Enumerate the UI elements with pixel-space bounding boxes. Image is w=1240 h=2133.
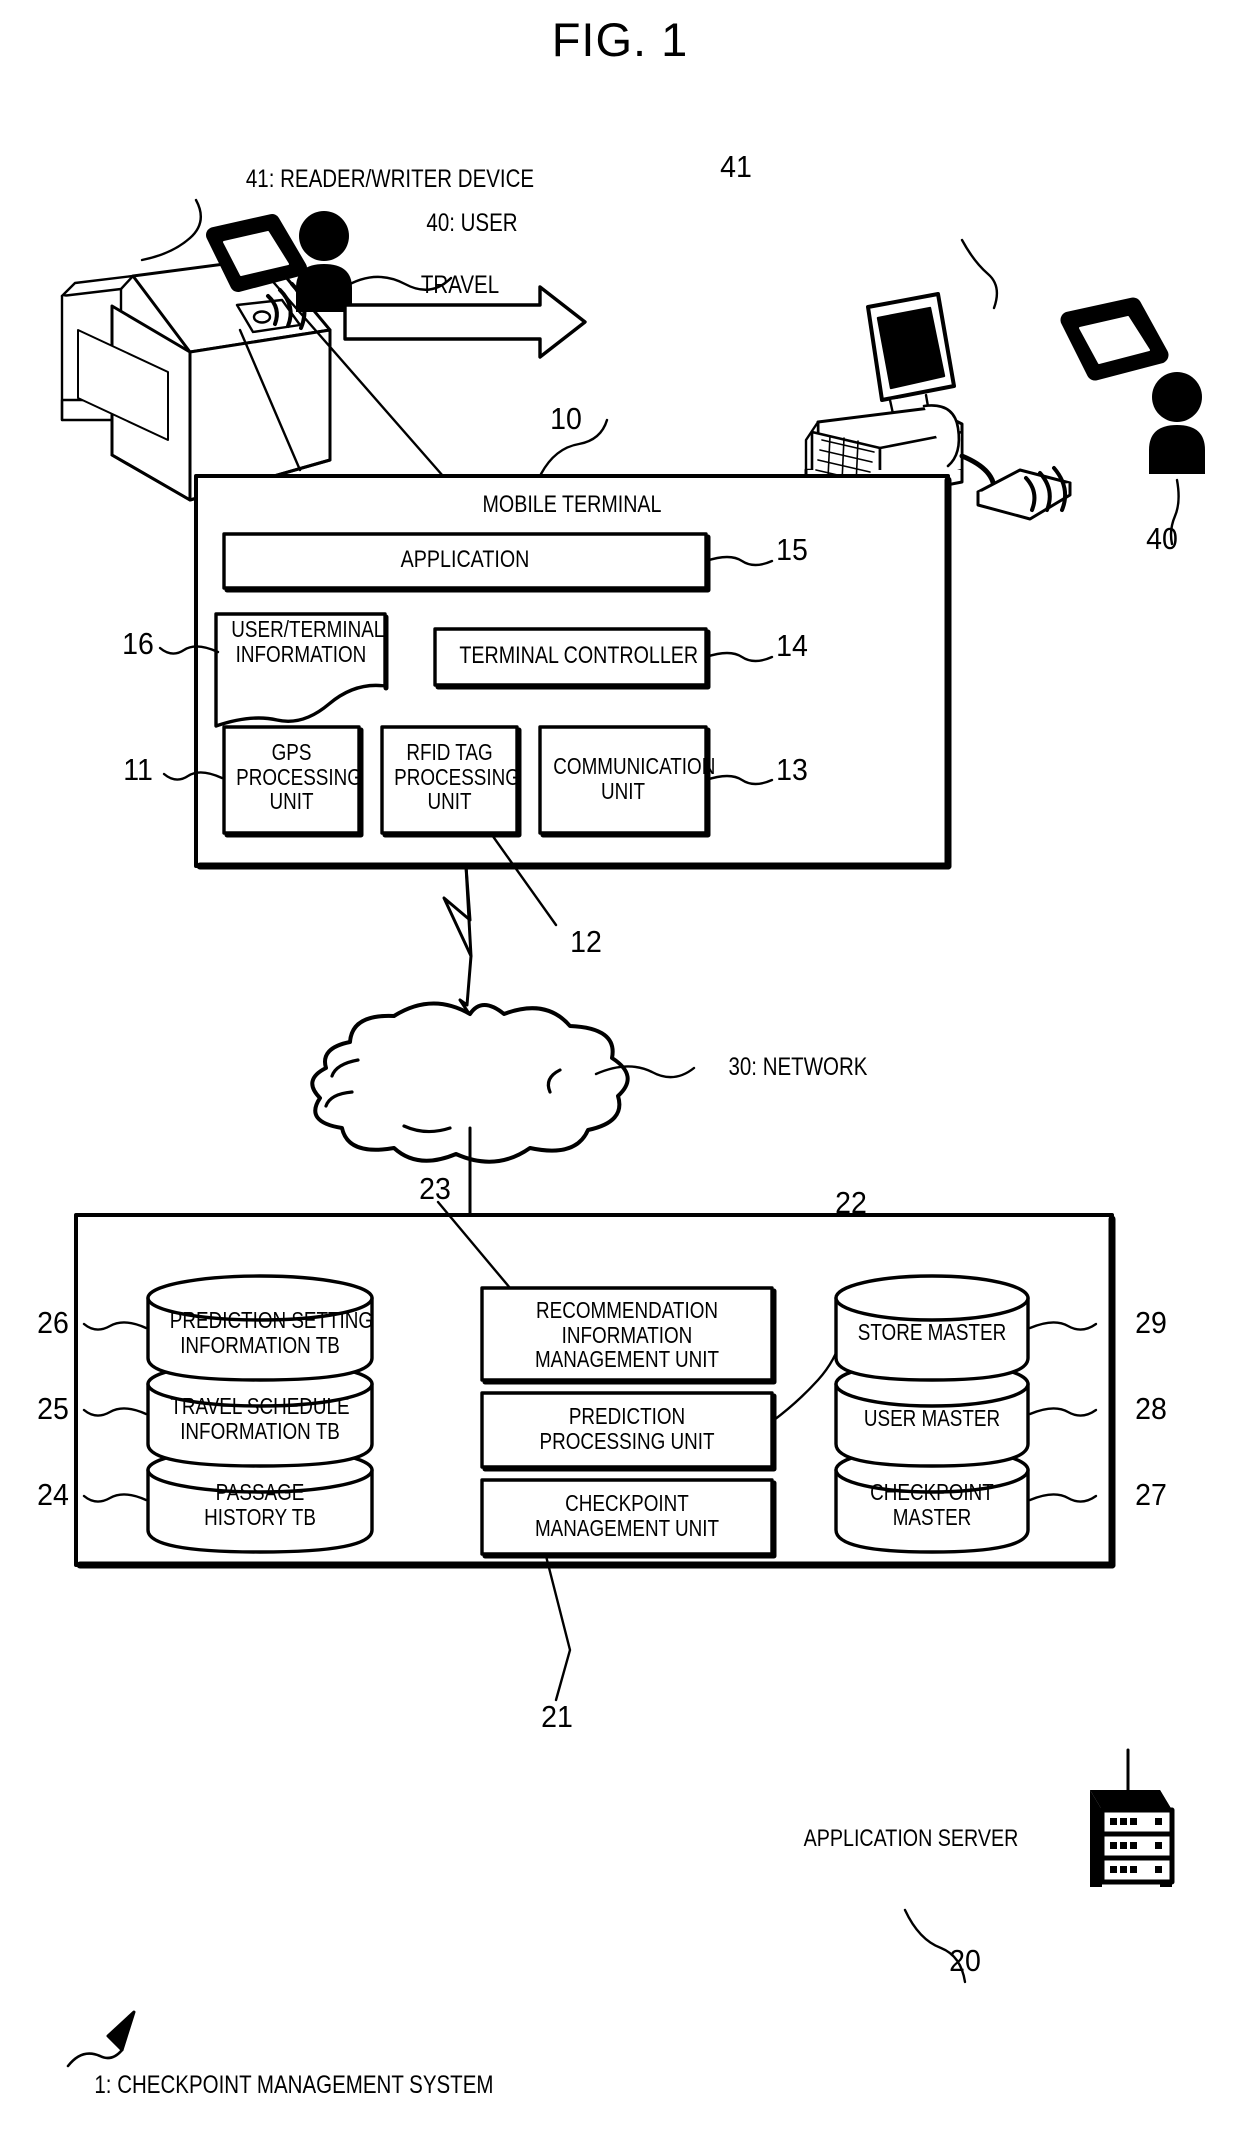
leader-41-left [140,198,202,262]
user-label-left: 40: USER [426,209,518,237]
recommendation-information-management-unit-label: RECOMMENDATION INFORMATION MANAGEMENT UN… [534,1297,720,1373]
checkpoint-management-unit-label: CHECKPOINT MANAGEMENT UNIT [534,1490,720,1541]
ref-41-right: 41 [720,149,752,184]
ref-13: 13 [776,752,808,787]
pos-register-illustration [804,292,997,500]
network-label: 30: NETWORK [728,1053,868,1081]
patent-figure: FIG. 1 41: READER/WRITER DEVICE 40: USER… [0,0,1240,2133]
travel-arrow-label: TRAVEL [420,271,500,299]
store-master-label: STORE MASTER [857,1319,1007,1345]
right-smartphone [1060,297,1169,381]
terminal-controller-label: TERMINAL CONTROLLER [459,642,699,669]
leader-41-right [960,238,999,310]
ref-29: 29 [1135,1305,1167,1340]
ref-14: 14 [776,628,808,663]
ticket-gate-illustration [60,256,332,502]
gps-processing-unit-label: GPS PROCESSING UNIT [236,739,362,815]
checkpoint-master-label: CHECKPOINT MASTER [870,1479,994,1530]
passage-history-tb-label: PASSAGE HISTORY TB [204,1479,316,1530]
reader-writer-label-left: 41: READER/WRITER DEVICE [245,165,535,193]
ref-25: 25 [37,1391,69,1426]
prediction-setting-information-tb-label: PREDICTION SETTING INFORMATION TB [169,1307,374,1358]
user-master-label: USER MASTER [863,1405,1001,1431]
left-smartphone [206,214,307,292]
figure-caption: 1: CHECKPOINT MANAGEMENT SYSTEM [94,2071,494,2099]
user-terminal-information-label: USER/TERMINAL INFORMATION [231,616,385,667]
travel-schedule-information-tb-label: TRAVEL SCHEDULE INFORMATION TB [170,1393,350,1444]
leader-21 [544,1554,572,1702]
ref-23: 23 [419,1171,451,1206]
mobile-terminal-title: MOBILE TERMINAL [482,491,662,518]
ref-24: 24 [37,1477,69,1512]
ref-11: 11 [123,752,153,787]
server-rack-icon [1090,1748,1175,1887]
ref-15: 15 [776,532,808,567]
ref-22: 22 [835,1185,867,1220]
ref-16: 16 [122,626,154,661]
application-server-title: APPLICATION SERVER [803,1825,1019,1852]
rfid-tag-processing-unit-label: RFID TAG PROCESSING UNIT [394,739,520,815]
ref-21: 21 [541,1699,573,1734]
ref-26: 26 [37,1305,69,1340]
ref-40-right: 40 [1146,521,1178,556]
right-user-figure [1149,372,1205,474]
caption-arrow [66,2010,136,2068]
ref-20: 20 [949,1943,981,1978]
ref-12: 12 [570,924,602,959]
figure-line-art [60,198,1205,2068]
wireless-link [442,864,474,1020]
ref-27: 27 [1135,1477,1167,1512]
ref-28: 28 [1135,1391,1167,1426]
communication-unit-label: COMMUNICATION UNIT [553,753,716,804]
application-block-label: APPLICATION [400,546,530,573]
prediction-processing-unit-label: PREDICTION PROCESSING UNIT [539,1403,715,1454]
ref-10: 10 [550,401,582,436]
